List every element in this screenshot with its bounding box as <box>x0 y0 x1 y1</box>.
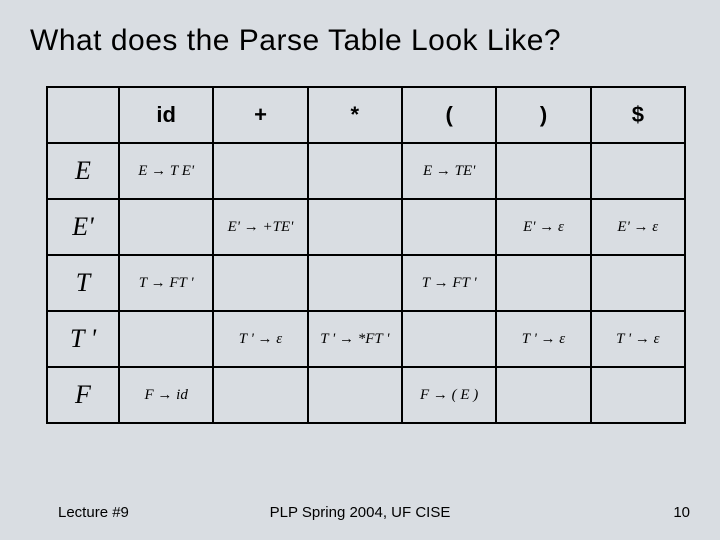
cell-T-id: T → FT ' <box>119 255 213 311</box>
cell-Tp-id <box>119 311 213 367</box>
cell-Ep-plus: E' → +TE' <box>213 199 307 255</box>
cell-Tp-plus: T ' → ε <box>213 311 307 367</box>
row-Eprime: E' <box>47 199 119 255</box>
cell-T-dol <box>591 255 685 311</box>
header-plus: + <box>213 87 307 143</box>
cell-T-star <box>308 255 402 311</box>
cell-F-rp <box>496 367 590 423</box>
header-dollar: $ <box>591 87 685 143</box>
cell-E-star <box>308 143 402 199</box>
cell-T-plus <box>213 255 307 311</box>
table-row: E' E' → +TE' E' → ε E' → ε <box>47 199 685 255</box>
cell-E-dol <box>591 143 685 199</box>
slide: What does the Parse Table Look Like? id … <box>0 0 720 540</box>
cell-F-dol <box>591 367 685 423</box>
header-star: * <box>308 87 402 143</box>
table-row: T T → FT ' T → FT ' <box>47 255 685 311</box>
cell-Tp-dol: T ' → ε <box>591 311 685 367</box>
cell-Ep-id <box>119 199 213 255</box>
header-lparen: ( <box>402 87 496 143</box>
cell-Ep-rp: E' → ε <box>496 199 590 255</box>
cell-T-rp <box>496 255 590 311</box>
cell-Ep-star <box>308 199 402 255</box>
table-header-row: id + * ( ) $ <box>47 87 685 143</box>
footer-left: Lecture #9 <box>58 504 129 521</box>
header-id: id <box>119 87 213 143</box>
table-row: E E → T E' E → TE' <box>47 143 685 199</box>
cell-F-lp: F → ( E ) <box>402 367 496 423</box>
cell-Ep-lp <box>402 199 496 255</box>
cell-Tp-lp <box>402 311 496 367</box>
header-rparen: ) <box>496 87 590 143</box>
cell-E-lp: E → TE' <box>402 143 496 199</box>
table-row: T ' T ' → ε T ' → *FT ' T ' → ε T ' → ε <box>47 311 685 367</box>
table-row: F F → id F → ( E ) <box>47 367 685 423</box>
cell-F-id: F → id <box>119 367 213 423</box>
row-Tprime: T ' <box>47 311 119 367</box>
row-E: E <box>47 143 119 199</box>
cell-T-lp: T → FT ' <box>402 255 496 311</box>
header-blank <box>47 87 119 143</box>
cell-E-rp <box>496 143 590 199</box>
footer: Lecture #9 PLP Spring 2004, UF CISE 10 <box>0 502 720 522</box>
cell-E-id: E → T E' <box>119 143 213 199</box>
cell-F-star <box>308 367 402 423</box>
parse-table: id + * ( ) $ E E → T E' E → TE' E' E' → … <box>46 86 686 424</box>
page-title: What does the Parse Table Look Like? <box>30 24 690 58</box>
footer-page-number: 10 <box>673 504 690 521</box>
cell-F-plus <box>213 367 307 423</box>
cell-E-plus <box>213 143 307 199</box>
cell-Tp-star: T ' → *FT ' <box>308 311 402 367</box>
cell-Tp-rp: T ' → ε <box>496 311 590 367</box>
row-T: T <box>47 255 119 311</box>
row-F: F <box>47 367 119 423</box>
cell-Ep-dol: E' → ε <box>591 199 685 255</box>
